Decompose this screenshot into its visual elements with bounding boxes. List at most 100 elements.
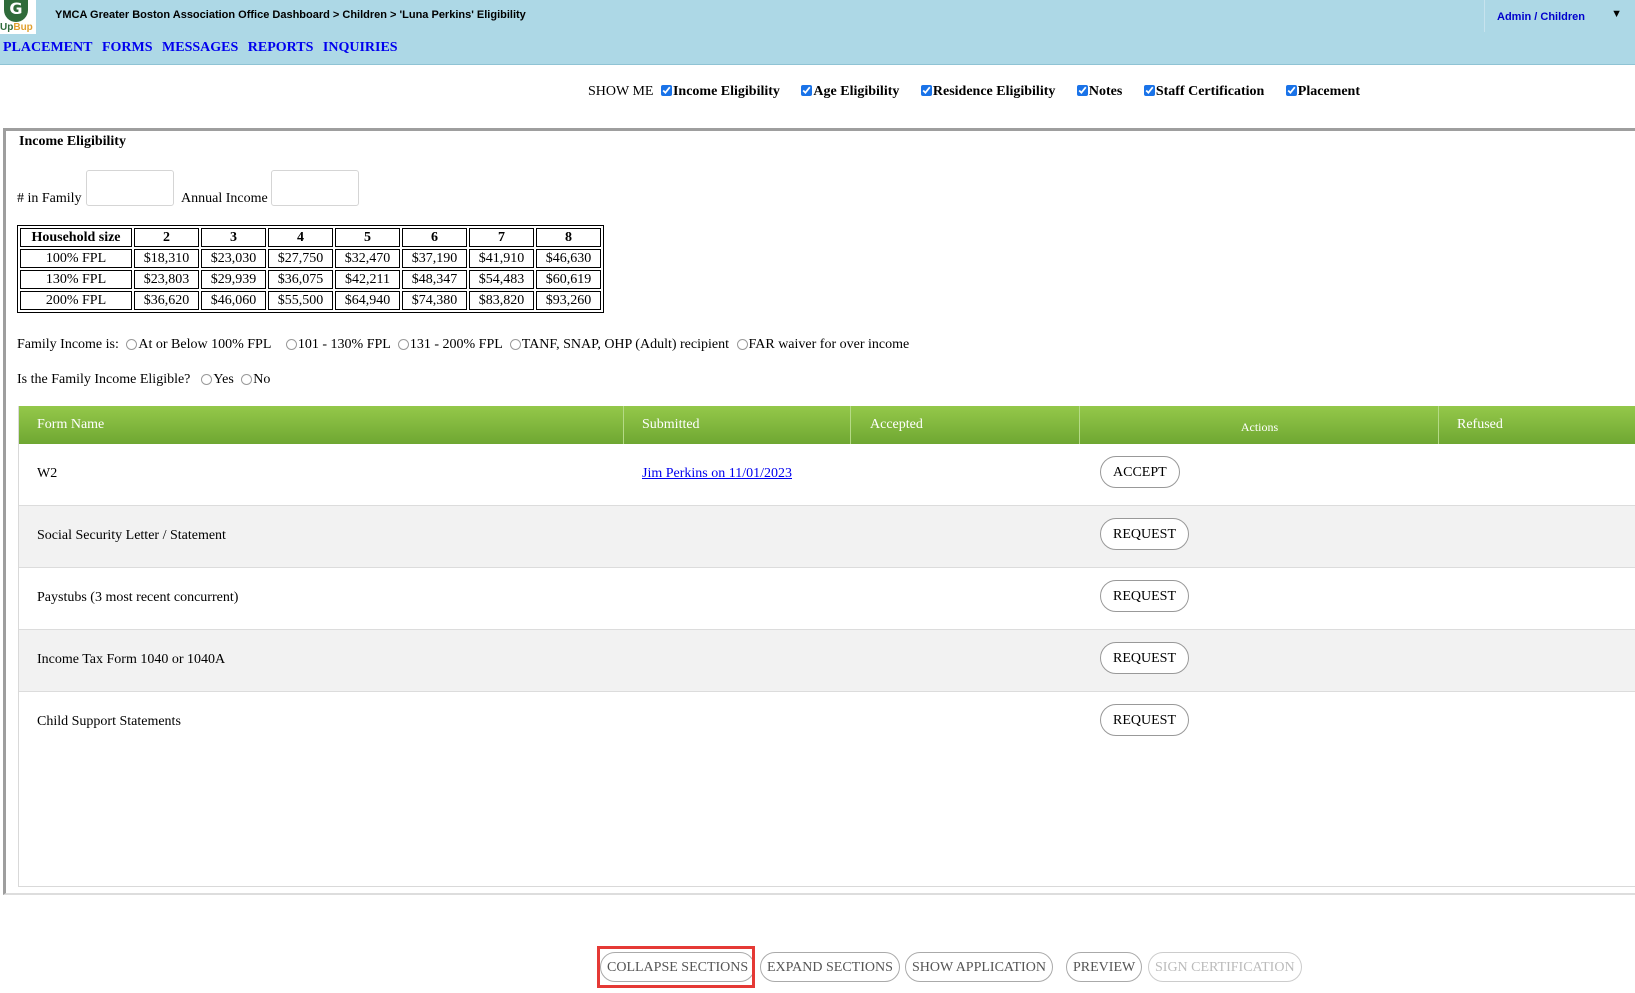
opt-staff-certification: Staff Certification [1155,84,1265,99]
opt-residence-eligibility: Residence Eligibility [932,84,1056,99]
fpl-cell: $54,483 [469,270,534,289]
radio-label: Yes [213,372,234,387]
radio-far-waiver[interactable] [736,339,748,350]
col-form-name: Form Name [19,406,624,444]
fpl-header-cell: 5 [335,228,400,247]
radio-131-200[interactable] [397,339,409,350]
radio-label: FAR waiver for over income [748,337,910,352]
preview-button[interactable]: PREVIEW [1066,952,1143,982]
admin-menu-label: Admin / Children [1497,11,1585,23]
request-button[interactable]: REQUEST [1100,642,1189,674]
form-name: Income Tax Form 1040 or 1040A [37,652,226,667]
opt-placement: Placement [1297,84,1360,99]
breadcrumb: YMCA Greater Boston Association Office D… [55,9,526,21]
fpl-row: 200% FPL $36,620 $46,060 $55,500 $64,940… [20,291,601,310]
highlight-box [597,946,755,988]
fpl-cell: 200% FPL [20,291,132,310]
fpl-cell: $36,620 [134,291,199,310]
fpl-cell: $74,380 [402,291,467,310]
fpl-cell: $46,060 [201,291,266,310]
checkbox-residence-eligibility[interactable] [920,85,932,96]
opt-income-eligibility: Income Eligibility [672,84,780,99]
request-button[interactable]: REQUEST [1100,580,1189,612]
col-accepted: Accepted [852,406,1080,444]
fpl-cell: $36,075 [268,270,333,289]
nav-messages[interactable]: MESSAGES [162,40,238,55]
fpl-cell: 130% FPL [20,270,132,289]
fpl-cell: $64,940 [335,291,400,310]
opt-notes: Notes [1088,84,1123,99]
col-submitted: Submitted [625,406,851,444]
request-button[interactable]: REQUEST [1100,704,1189,736]
forms-table-header: Form Name Submitted Accepted Actions Ref… [19,406,1635,444]
form-name: W2 [37,466,58,481]
fpl-row: 100% FPL $18,310 $23,030 $27,750 $32,470… [20,249,601,268]
fpl-header-cell: 4 [268,228,333,247]
fpl-cell: $23,803 [134,270,199,289]
radio-eligible-no[interactable] [241,374,253,385]
main-nav: PLACEMENT FORMS MESSAGES REPORTS INQUIRI… [3,40,404,56]
radio-at-or-below-100[interactable] [126,339,138,350]
submitted-link[interactable]: Jim Perkins on 11/01/2023 [642,466,792,482]
fpl-header-cell: 3 [201,228,266,247]
fpl-header-row: Household size 2 3 4 5 6 7 8 [20,228,601,247]
top-header: 𝗚 UpBup YMCA Greater Boston Association … [0,0,1635,65]
accept-button[interactable]: ACCEPT [1100,456,1180,488]
fpl-cell: $60,619 [536,270,601,289]
form-name: Child Support Statements [37,714,181,729]
radio-label: 131 - 200% FPL [409,337,503,352]
radio-tanf-snap-ohp[interactable] [509,339,521,350]
family-income-row: Family Income is: At or Below 100% FPL 1… [17,337,909,353]
family-size-input[interactable] [86,170,174,206]
fpl-header-cell: 7 [469,228,534,247]
radio-label: No [253,372,271,387]
checkbox-notes[interactable] [1076,85,1088,96]
sign-certification-button[interactable]: SIGN CERTIFICATION [1148,952,1302,982]
nav-reports[interactable]: REPORTS [248,40,314,55]
show-application-button[interactable]: SHOW APPLICATION [905,952,1053,982]
logo-text-bup: Bup [13,22,33,33]
radio-label: TANF, SNAP, OHP (Adult) recipient [521,337,729,352]
request-button[interactable]: REQUEST [1100,518,1189,550]
section-title[interactable]: Income Eligibility [19,134,126,150]
checkbox-staff-certification[interactable] [1143,85,1155,96]
fpl-cell: $48,347 [402,270,467,289]
fpl-cell: $18,310 [134,249,199,268]
fpl-cell: $37,190 [402,249,467,268]
show-me-filter: SHOW ME Income Eligibility Age Eligibili… [588,84,1374,100]
fpl-cell: $46,630 [536,249,601,268]
table-row: Income Tax Form 1040 or 1040A REQUEST [19,630,1635,692]
family-size-label: # in Family [17,191,82,206]
radio-label: At or Below 100% FPL [138,337,272,352]
logo-text-up: Up [0,22,14,33]
fpl-header-cell: 2 [134,228,199,247]
radio-101-130[interactable] [285,339,297,350]
nav-placement[interactable]: PLACEMENT [3,40,92,55]
checkbox-income-eligibility[interactable] [660,85,672,96]
checkbox-age-eligibility[interactable] [801,85,813,96]
expand-sections-button[interactable]: EXPAND SECTIONS [760,952,900,982]
radio-eligible-yes[interactable] [201,374,213,385]
fpl-cell: $41,910 [469,249,534,268]
family-income-label: Family Income is: [17,337,119,352]
table-row: Social Security Letter / Statement REQUE… [19,506,1635,568]
annual-income-input[interactable] [271,170,359,206]
checkbox-placement[interactable] [1285,85,1297,96]
fpl-cell: $93,260 [536,291,601,310]
admin-menu-dropdown[interactable]: Admin / Children ▼ [1484,0,1635,32]
form-name: Social Security Letter / Statement [37,528,226,543]
table-row: W2 Jim Perkins on 11/01/2023 ACCEPT [19,444,1635,506]
nav-inquiries[interactable]: INQUIRIES [323,40,398,55]
fpl-cell: $27,750 [268,249,333,268]
eligible-row: Is the Family Income Eligible? Yes No [17,372,270,388]
nav-forms[interactable]: FORMS [102,40,153,55]
radio-label: 101 - 130% FPL [297,337,391,352]
form-name: Paystubs (3 most recent concurrent) [37,590,239,605]
fpl-cell: $23,030 [201,249,266,268]
forms-table: Form Name Submitted Accepted Actions Ref… [18,406,1635,887]
fpl-cell: $42,211 [335,270,400,289]
upbup-logo[interactable]: 𝗚 UpBup [0,0,36,34]
col-refused: Refused [1457,417,1503,432]
fpl-header-cell: 6 [402,228,467,247]
opt-age-eligibility: Age Eligibility [813,84,900,99]
